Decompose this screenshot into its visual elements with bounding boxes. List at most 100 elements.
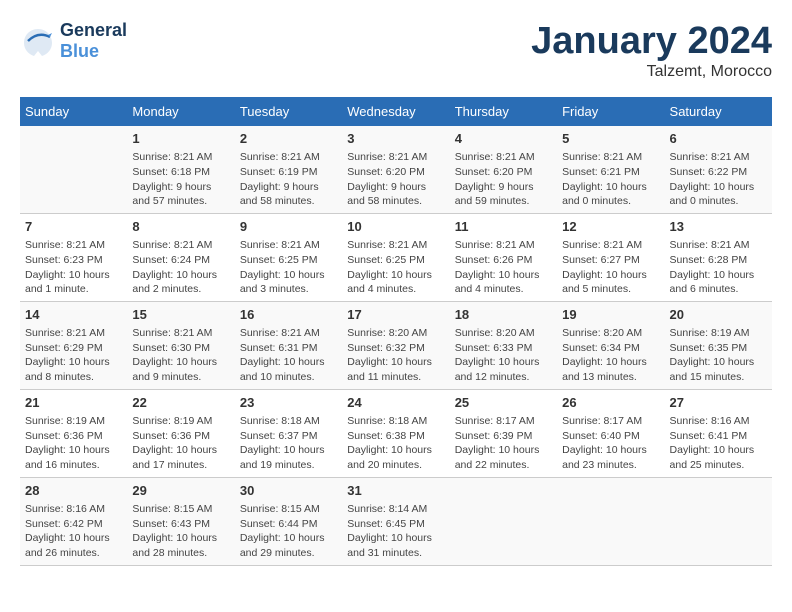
day-info-line: Daylight: 9 hours: [347, 180, 444, 195]
day-info-line: and 58 minutes.: [240, 194, 337, 209]
day-info-line: Sunset: 6:36 PM: [25, 429, 122, 444]
day-info-line: Sunset: 6:43 PM: [132, 517, 229, 532]
calendar-cell: 10Sunrise: 8:21 AMSunset: 6:25 PMDayligh…: [342, 213, 449, 301]
day-info-line: Sunset: 6:20 PM: [455, 165, 552, 180]
day-info-line: Daylight: 10 hours: [132, 355, 229, 370]
day-info-line: Sunrise: 8:20 AM: [562, 326, 659, 341]
calendar-cell: 15Sunrise: 8:21 AMSunset: 6:30 PMDayligh…: [127, 301, 234, 389]
day-info-line: and 16 minutes.: [25, 458, 122, 473]
day-number: 22: [132, 394, 229, 412]
day-number: 2: [240, 130, 337, 148]
calendar-cell: 19Sunrise: 8:20 AMSunset: 6:34 PMDayligh…: [557, 301, 664, 389]
logo: General Blue: [20, 20, 127, 62]
day-number: 3: [347, 130, 444, 148]
day-info-line: and 4 minutes.: [347, 282, 444, 297]
day-info-line: and 4 minutes.: [455, 282, 552, 297]
day-info-line: Sunrise: 8:18 AM: [347, 414, 444, 429]
calendar-cell: [450, 477, 557, 565]
day-info-line: Sunset: 6:40 PM: [562, 429, 659, 444]
day-info-line: Daylight: 10 hours: [347, 355, 444, 370]
calendar-table: SundayMondayTuesdayWednesdayThursdayFrid…: [20, 97, 772, 566]
day-info-line: and 13 minutes.: [562, 370, 659, 385]
day-info-line: Daylight: 10 hours: [240, 268, 337, 283]
day-info-line: Sunrise: 8:21 AM: [25, 238, 122, 253]
header-row: SundayMondayTuesdayWednesdayThursdayFrid…: [20, 97, 772, 126]
day-number: 11: [455, 218, 552, 236]
day-info-line: Sunset: 6:27 PM: [562, 253, 659, 268]
week-row-1: 1Sunrise: 8:21 AMSunset: 6:18 PMDaylight…: [20, 126, 772, 213]
month-title: January 2024: [531, 20, 772, 63]
day-info-line: Sunrise: 8:20 AM: [455, 326, 552, 341]
calendar-cell: 3 Sunrise: 8:21 AMSunset: 6:20 PMDaylight…: [342, 126, 449, 213]
day-info-line: Daylight: 10 hours: [347, 531, 444, 546]
day-info-line: and 29 minutes.: [240, 546, 337, 561]
calendar-cell: 27Sunrise: 8:16 AMSunset: 6:41 PMDayligh…: [665, 389, 772, 477]
day-info-line: Sunrise: 8:21 AM: [347, 150, 444, 165]
day-info-line: Daylight: 10 hours: [670, 355, 767, 370]
day-info-line: Sunset: 6:44 PM: [240, 517, 337, 532]
day-info-line: Daylight: 10 hours: [562, 355, 659, 370]
header-day-thursday: Thursday: [450, 97, 557, 126]
calendar-cell: 5Sunrise: 8:21 AMSunset: 6:21 PMDaylight…: [557, 126, 664, 213]
day-info-line: Sunset: 6:38 PM: [347, 429, 444, 444]
day-info-line: and 23 minutes.: [562, 458, 659, 473]
header-day-monday: Monday: [127, 97, 234, 126]
day-info-line: Sunset: 6:20 PM: [347, 165, 444, 180]
day-number: 18: [455, 306, 552, 324]
day-info-line: Daylight: 9 hours: [132, 180, 229, 195]
calendar-cell: 21 Sunrise: 8:19 AMSunset: 6:36 PMDayligh…: [20, 389, 127, 477]
day-number: 24: [347, 394, 444, 412]
day-info-line: Sunrise: 8:16 AM: [25, 502, 122, 517]
day-info-line: Sunrise: 8:21 AM: [240, 150, 337, 165]
day-number: 20: [670, 306, 767, 324]
day-info-line: Daylight: 10 hours: [240, 531, 337, 546]
calendar-cell: 11Sunrise: 8:21 AMSunset: 6:26 PMDayligh…: [450, 213, 557, 301]
calendar-cell: 31Sunrise: 8:14 AMSunset: 6:45 PMDayligh…: [342, 477, 449, 565]
day-info-line: Sunset: 6:32 PM: [347, 341, 444, 356]
day-info-line: and 1 minute.: [25, 282, 122, 297]
calendar-cell: [557, 477, 664, 565]
week-row-2: 7Sunrise: 8:21 AMSunset: 6:23 PMDaylight…: [20, 213, 772, 301]
calendar-cell: 28Sunrise: 8:16 AMSunset: 6:42 PMDayligh…: [20, 477, 127, 565]
day-number: 7: [25, 218, 122, 236]
day-info-line: Daylight: 10 hours: [670, 268, 767, 283]
calendar-cell: [665, 477, 772, 565]
day-info-line: Daylight: 10 hours: [347, 443, 444, 458]
day-info-line: Daylight: 10 hours: [347, 268, 444, 283]
week-row-4: 21Sunrise: 8:19 AMSunset: 6:36 PMDayligh…: [20, 389, 772, 477]
day-info-line: Sunrise: 8:19 AM: [25, 414, 122, 429]
day-number: 30: [240, 482, 337, 500]
day-number: 12: [562, 218, 659, 236]
day-info-line: Sunrise: 8:19 AM: [670, 326, 767, 341]
day-info-line: Daylight: 10 hours: [25, 443, 122, 458]
day-info-line: Sunrise: 8:21 AM: [455, 238, 552, 253]
calendar-cell: 2Sunrise: 8:21 AMSunset: 6:19 PMDaylight…: [235, 126, 342, 213]
day-info-line: Sunrise: 8:21 AM: [670, 150, 767, 165]
day-info-line: and 10 minutes.: [240, 370, 337, 385]
header-day-saturday: Saturday: [665, 97, 772, 126]
day-number: 14: [25, 306, 122, 324]
day-number: 21: [25, 394, 122, 412]
calendar-cell: 29Sunrise: 8:15 AMSunset: 6:43 PMDayligh…: [127, 477, 234, 565]
day-number: 23: [240, 394, 337, 412]
day-number: 31: [347, 482, 444, 500]
logo-text-block: General Blue: [60, 20, 127, 62]
calendar-cell: 16Sunrise: 8:21 AMSunset: 6:31 PMDayligh…: [235, 301, 342, 389]
week-row-3: 14Sunrise: 8:21 AMSunset: 6:29 PMDayligh…: [20, 301, 772, 389]
day-info-line: Daylight: 10 hours: [25, 355, 122, 370]
logo-general: General: [60, 20, 127, 41]
day-info-line: Sunset: 6:31 PM: [240, 341, 337, 356]
day-info-line: Sunrise: 8:17 AM: [455, 414, 552, 429]
day-info-line: Sunset: 6:37 PM: [240, 429, 337, 444]
calendar-cell: 14Sunrise: 8:21 AMSunset: 6:29 PMDayligh…: [20, 301, 127, 389]
calendar-cell: 20Sunrise: 8:19 AMSunset: 6:35 PMDayligh…: [665, 301, 772, 389]
day-number: 9: [240, 218, 337, 236]
day-info-line: Sunrise: 8:15 AM: [240, 502, 337, 517]
day-info-line: Sunset: 6:28 PM: [670, 253, 767, 268]
calendar-cell: [20, 126, 127, 213]
day-info-line: Sunset: 6:22 PM: [670, 165, 767, 180]
day-info-line: Sunrise: 8:21 AM: [347, 238, 444, 253]
page-header: General Blue January 2024 Talzemt, Moroc…: [20, 20, 772, 81]
day-info-line: Sunset: 6:34 PM: [562, 341, 659, 356]
day-info-line: Sunrise: 8:21 AM: [25, 326, 122, 341]
